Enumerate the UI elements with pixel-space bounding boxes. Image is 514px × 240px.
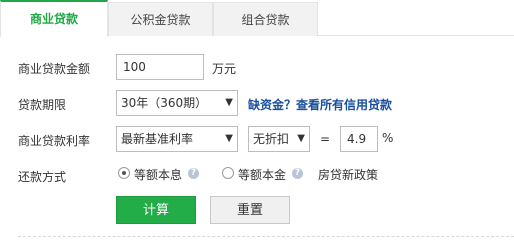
term-label: 贷款期限: [18, 98, 67, 112]
tab-combined-loan[interactable]: 组合贷款: [213, 2, 318, 36]
help-icon[interactable]: ?: [292, 168, 303, 179]
amount-label: 商业贷款金额: [18, 62, 91, 76]
base-rate-value: 最新基准利率: [121, 132, 194, 146]
term-row: 贷款期限 30年（360期） ▼ 缺资金？查看所有信用贷款: [0, 90, 514, 118]
tab-housing-fund-loan[interactable]: 公积金贷款: [108, 2, 213, 36]
calculate-button[interactable]: 计算: [116, 196, 196, 224]
tab-commercial-loan[interactable]: 商业贷款: [0, 0, 108, 37]
method-label: 还款方式: [18, 170, 67, 184]
section-divider: [18, 236, 514, 237]
loan-type-tabs: 商业贷款 公积金贷款 组合贷款: [0, 0, 514, 37]
new-policy-link[interactable]: 房贷新政策: [318, 166, 378, 183]
reset-button[interactable]: 重置: [210, 196, 290, 224]
equals-sign: =: [320, 132, 331, 146]
amount-input[interactable]: 100: [116, 54, 204, 80]
credit-loan-link[interactable]: 缺资金？查看所有信用贷款: [248, 96, 392, 113]
equal-principal-label: 等额本金: [238, 168, 287, 182]
rate-row: 商业贷款利率 最新基准利率 ▼ 无折扣 ▼ = 4.9 %: [0, 126, 514, 154]
rate-input[interactable]: 4.9: [340, 126, 378, 152]
method-row: 还款方式 等额本息 ? 等额本金 ? 房贷新政策: [0, 162, 514, 190]
tab-label: 组合贷款: [241, 13, 290, 27]
discount-select[interactable]: 无折扣 ▼: [248, 126, 310, 152]
chevron-down-icon: ▼: [225, 97, 233, 108]
help-icon[interactable]: ?: [188, 168, 199, 179]
base-rate-select[interactable]: 最新基准利率 ▼: [116, 126, 238, 152]
tab-bar-filler: [318, 0, 514, 36]
rate-label: 商业贷款利率: [18, 134, 91, 148]
chevron-down-icon: ▼: [297, 133, 305, 144]
equal-installment-label: 等额本息: [134, 168, 183, 182]
equal-installment-radio[interactable]: [118, 167, 130, 179]
equal-principal-radio[interactable]: [222, 167, 234, 179]
chevron-down-icon: ▼: [225, 133, 233, 144]
discount-value: 无折扣: [253, 132, 290, 146]
amount-row: 商业贷款金额 100 万元: [0, 54, 514, 82]
tab-label: 公积金贷款: [130, 13, 191, 27]
rate-unit: %: [382, 131, 394, 145]
tab-label: 商业贷款: [29, 12, 78, 26]
term-select[interactable]: 30年（360期） ▼: [116, 90, 238, 116]
term-select-value: 30年（360期）: [121, 96, 208, 110]
amount-unit: 万元: [212, 62, 237, 76]
